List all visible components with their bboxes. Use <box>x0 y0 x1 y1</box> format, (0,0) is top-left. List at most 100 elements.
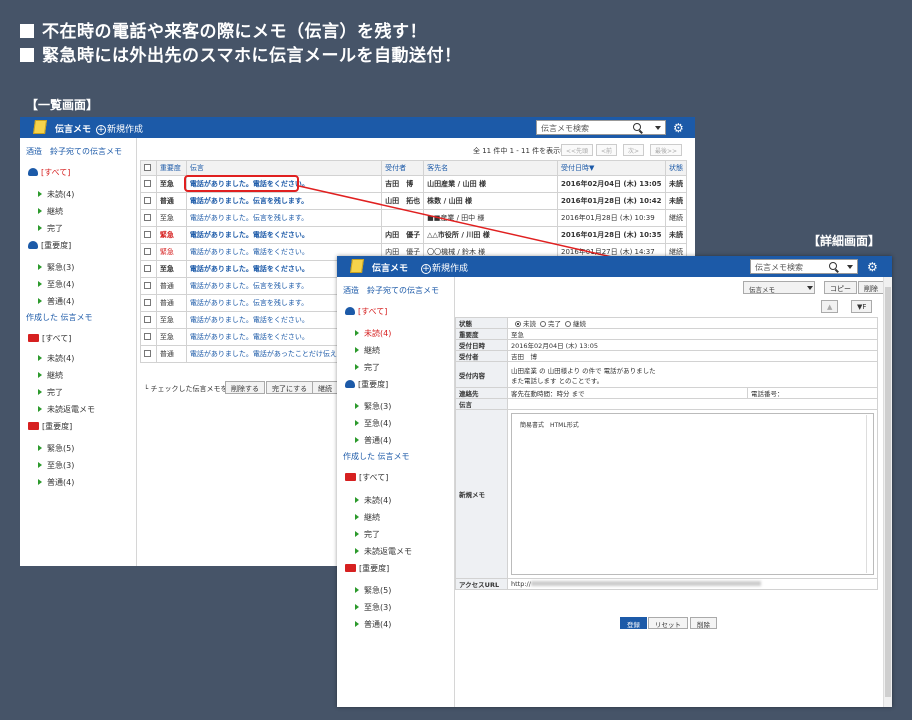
sidebar-created-unread-reply[interactable]: 未読返電メモ <box>355 546 412 557</box>
new-memo-button[interactable]: + 新規作成 <box>421 261 468 274</box>
delete-button[interactable]: 削除 <box>690 617 717 629</box>
row-checkbox-cell[interactable] <box>140 209 157 227</box>
row-checkbox[interactable] <box>144 247 151 255</box>
sidebar-item-normal[interactable]: 普通(4) <box>355 435 391 446</box>
sidebar-all[interactable]: [すべて] <box>345 306 387 317</box>
register-button[interactable]: 登録 <box>620 617 647 629</box>
sidebar-item-normal[interactable]: 普通(4) <box>38 296 74 307</box>
row-checkbox-cell[interactable] <box>140 345 157 363</box>
row-checkbox-cell[interactable] <box>140 294 157 312</box>
row-checkbox-cell[interactable] <box>140 192 157 210</box>
sidebar-created-priority[interactable]: [重要度] <box>28 421 72 432</box>
row-checkbox-cell[interactable] <box>140 311 157 329</box>
column-header-subject[interactable]: 伝言 <box>185 160 383 176</box>
pager-last-button[interactable]: 最後>> <box>650 144 683 156</box>
subject-cell[interactable]: 電話がありました。伝言を残します。 <box>185 192 383 210</box>
sidebar-created-normal[interactable]: 普通(4) <box>355 619 391 630</box>
row-checkbox[interactable] <box>144 332 151 340</box>
sidebar-created-urgent[interactable]: 緊急(5) <box>38 443 74 454</box>
gear-icon[interactable]: ⚙ <box>673 121 684 135</box>
access-value[interactable]: http:// <box>507 578 878 590</box>
copy-button[interactable]: コピー <box>824 281 857 294</box>
scrollbar-thumb[interactable] <box>885 287 891 697</box>
sidebar-created-continue[interactable]: 継続 <box>355 512 380 523</box>
row-checkbox[interactable] <box>144 315 151 323</box>
sidebar-priority[interactable]: [重要度] <box>28 240 71 251</box>
subject-cell[interactable]: 電話がありました。電話をください。 <box>185 226 383 244</box>
sidebar-created-unread[interactable]: 未読(4) <box>355 495 391 506</box>
sidebar-item-unread[interactable]: 未読(4) <box>38 189 74 200</box>
row-checkbox-cell[interactable] <box>140 277 157 295</box>
radio-done[interactable] <box>540 321 546 327</box>
row-checkbox[interactable] <box>144 179 151 187</box>
column-header-status[interactable]: 状態 <box>664 160 688 176</box>
row-checkbox-cell[interactable] <box>140 175 157 193</box>
row-checkbox-cell[interactable] <box>140 328 157 346</box>
sidebar-item-urgent[interactable]: 緊急(3) <box>38 262 74 273</box>
received-title[interactable]: 酒造 鈴子宛ての伝言メモ <box>26 146 122 157</box>
pager-first-button[interactable]: <<先頭 <box>561 144 594 156</box>
sidebar-item-done[interactable]: 完了 <box>38 223 63 234</box>
row-checkbox-cell[interactable] <box>140 260 157 278</box>
sidebar-item-continue[interactable]: 継続 <box>355 345 380 356</box>
table-row[interactable]: 至急 電話がありました。伝言を残します。 ■■産業 / 田中 様 2016年01月28… <box>140 209 688 227</box>
chevron-down-icon[interactable] <box>847 265 853 269</box>
sidebar-created-all[interactable]: [すべて] <box>345 472 388 483</box>
new-memo-textarea[interactable]: 簡易書式 HTML形式 <box>511 413 874 575</box>
sidebar-all[interactable]: [すべて] <box>28 167 70 178</box>
sidebar-created-done[interactable]: 完了 <box>355 529 380 540</box>
sidebar-created-normal[interactable]: 普通(4) <box>38 477 74 488</box>
chevron-down-icon[interactable] <box>655 126 661 130</box>
editor-toolbar[interactable]: 簡易書式 HTML形式 <box>520 420 579 429</box>
table-row[interactable]: 普通 電話がありました。伝言を残します。 山田 拓也 株数 / 山田 様 2016年01… <box>140 192 688 210</box>
subject-cell[interactable]: 電話がありました。伝言を残します。 <box>185 209 383 227</box>
row-checkbox[interactable] <box>144 213 151 221</box>
row-checkbox-cell[interactable] <box>140 243 157 261</box>
row-checkbox[interactable] <box>144 281 151 289</box>
select-all-checkbox[interactable] <box>144 163 151 171</box>
sidebar-item-done[interactable]: 完了 <box>355 362 380 373</box>
sidebar-created-asap[interactable]: 至急(3) <box>38 460 74 471</box>
sidebar-created-unread-reply[interactable]: 未読返電メモ <box>38 404 95 415</box>
app-name[interactable]: 伝言メモ <box>372 261 408 274</box>
sidebar-created-unread[interactable]: 未読(4) <box>38 353 74 364</box>
sidebar-priority[interactable]: [重要度] <box>345 379 388 390</box>
sidebar-item-unread[interactable]: 未読(4) <box>355 328 391 339</box>
column-header-priority[interactable]: 重要度 <box>155 160 187 176</box>
pager-next-button[interactable]: 次> <box>623 144 645 156</box>
sidebar-item-continue[interactable]: 継続 <box>38 206 63 217</box>
sidebar-created-done[interactable]: 完了 <box>38 387 63 398</box>
memo-type-select[interactable]: 伝言メモ <box>743 281 815 294</box>
sidebar-created-all[interactable]: [すべて] <box>28 333 71 344</box>
sidebar-item-urgent[interactable]: 緊急(3) <box>355 401 391 412</box>
search-icon[interactable] <box>633 123 641 131</box>
row-checkbox[interactable] <box>144 349 151 357</box>
row-checkbox-cell[interactable] <box>140 226 157 244</box>
sidebar-created-priority[interactable]: [重要度] <box>345 563 389 574</box>
bulk-continue-button[interactable]: 継続 <box>312 381 338 394</box>
reset-button[interactable]: リセット <box>648 617 688 629</box>
bulk-done-button[interactable]: 完了にする <box>266 381 314 394</box>
prev-record-button[interactable]: ▲ <box>821 300 839 313</box>
column-header-customer[interactable]: 客先名 <box>423 160 558 176</box>
page-scrollbar[interactable] <box>883 277 892 707</box>
next-record-button[interactable]: ▼F <box>851 300 873 313</box>
new-memo-button[interactable]: + 新規作成 <box>96 122 143 135</box>
column-header-receiver[interactable]: 受付者 <box>381 160 425 176</box>
sidebar-item-asap[interactable]: 至急(4) <box>355 418 391 429</box>
sidebar-created-asap[interactable]: 至急(3) <box>355 602 391 613</box>
table-row[interactable]: 緊急 電話がありました。電話をください。 内田 優子 △△市役所 / 川田 様 2016… <box>140 226 688 244</box>
radio-unread[interactable] <box>515 321 521 327</box>
created-title[interactable]: 作成した 伝言メモ <box>26 312 93 323</box>
row-checkbox[interactable] <box>144 196 151 204</box>
sidebar-item-asap[interactable]: 至急(4) <box>38 279 74 290</box>
textarea-scrollbar[interactable] <box>866 415 872 573</box>
delete-top-button[interactable]: 削除 <box>858 281 884 294</box>
search-input[interactable]: 伝言メモ検索 <box>536 120 666 135</box>
created-title[interactable]: 作成した 伝言メモ <box>343 451 410 462</box>
row-checkbox[interactable] <box>144 230 151 238</box>
radio-continue[interactable] <box>565 321 571 327</box>
column-header-date[interactable]: 受付日時▼ <box>556 160 666 176</box>
gear-icon[interactable]: ⚙ <box>867 260 878 274</box>
search-icon[interactable] <box>829 262 837 270</box>
